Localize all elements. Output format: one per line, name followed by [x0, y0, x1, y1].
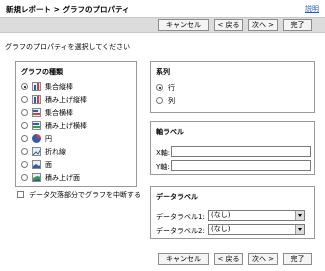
- data-label-2-select[interactable]: (なし): [208, 224, 305, 235]
- chart-type-radio-7[interactable]: [21, 174, 28, 181]
- chart-type-label-0: 集合縦棒: [45, 83, 73, 91]
- data-labels-title: データラベル: [156, 193, 198, 201]
- x-axis-input[interactable]: [171, 146, 311, 157]
- break-on-missing-checkbox[interactable]: [17, 191, 24, 198]
- series-column-label: 列: [168, 97, 175, 105]
- finish-button-top[interactable]: 完了: [283, 19, 312, 31]
- data-label-1-label: データラベル1:: [156, 213, 205, 221]
- clustered-column-icon: [32, 82, 41, 91]
- chart-type-label-6: 面: [45, 161, 52, 169]
- series-group: 系列 行 列: [150, 61, 315, 113]
- chevron-down-icon: [295, 225, 304, 234]
- chart-type-radio-3[interactable]: [21, 122, 28, 129]
- series-column-radio[interactable]: [156, 97, 163, 104]
- data-labels-group: データラベル データラベル1: (なし) データラベル2: (なし): [150, 186, 315, 239]
- chart-type-radio-2[interactable]: [21, 109, 28, 116]
- cancel-button-top[interactable]: キャンセル: [158, 19, 209, 31]
- next-button-top[interactable]: 次へ >: [248, 19, 278, 31]
- chart-type-radio-5[interactable]: [21, 148, 28, 155]
- chart-type-label-2: 集合横棒: [45, 109, 73, 117]
- chart-type-label-5: 折れ線: [45, 148, 66, 156]
- chart-type-radio-6[interactable]: [21, 161, 28, 168]
- series-row-label: 行: [168, 84, 175, 92]
- instruction-text: グラフのプロパティを選択してください: [5, 43, 131, 51]
- page-title: 新規レポート > グラフのプロパティ: [6, 5, 130, 14]
- top-toolbar: キャンセル < 戻る 次へ > 完了: [0, 17, 325, 33]
- next-button-bottom[interactable]: 次へ >: [248, 253, 278, 265]
- series-row-radio[interactable]: [156, 84, 163, 91]
- bottom-toolbar: キャンセル < 戻る 次へ > 完了: [0, 249, 325, 271]
- chart-type-radio-0[interactable]: [21, 83, 28, 90]
- chart-type-title: グラフの種類: [21, 68, 63, 76]
- data-label-2-value: (なし): [211, 225, 231, 233]
- help-link[interactable]: 説明: [305, 4, 319, 14]
- axis-labels-title: 軸ラベル: [156, 128, 184, 136]
- data-label-2-label: データラベル2:: [156, 227, 205, 235]
- stacked-area-icon: [32, 173, 41, 182]
- data-label-1-select[interactable]: (なし): [208, 210, 305, 221]
- chart-type-label-4: 円: [45, 135, 52, 143]
- chart-type-group: グラフの種類 集合縦棒 積み上げ縦棒 集合横棒 積み上げ横棒 円 折れ線 面 積…: [15, 61, 137, 187]
- back-button-top[interactable]: < 戻る: [214, 19, 243, 31]
- x-axis-label: X軸:: [156, 149, 171, 157]
- clustered-bar-icon: [32, 108, 41, 117]
- break-on-missing-label: データ欠落部分でグラフを中断する: [29, 191, 141, 199]
- back-button-bottom[interactable]: < 戻る: [214, 253, 243, 265]
- line-chart-icon: [32, 147, 41, 156]
- chevron-down-icon: [295, 211, 304, 220]
- chart-type-label-7: 積み上げ面: [45, 174, 80, 182]
- pie-chart-icon: [32, 134, 41, 143]
- finish-button-bottom[interactable]: 完了: [283, 253, 312, 265]
- area-chart-icon: [32, 160, 41, 169]
- y-axis-input[interactable]: [171, 160, 311, 171]
- chart-type-label-1: 積み上げ縦棒: [45, 96, 87, 104]
- axis-labels-group: 軸ラベル X軸: Y軸:: [150, 121, 315, 175]
- title-bar: 新規レポート > グラフのプロパティ 説明: [0, 0, 325, 18]
- stacked-column-icon: [32, 95, 41, 104]
- cancel-button-bottom[interactable]: キャンセル: [158, 253, 209, 265]
- stacked-bar-icon: [32, 121, 41, 130]
- series-title: 系列: [156, 68, 170, 76]
- chart-type-label-3: 積み上げ横棒: [45, 122, 87, 130]
- data-label-1-value: (なし): [211, 211, 231, 219]
- chart-type-radio-1[interactable]: [21, 96, 28, 103]
- y-axis-label: Y軸:: [156, 163, 170, 171]
- chart-type-radio-4[interactable]: [21, 135, 28, 142]
